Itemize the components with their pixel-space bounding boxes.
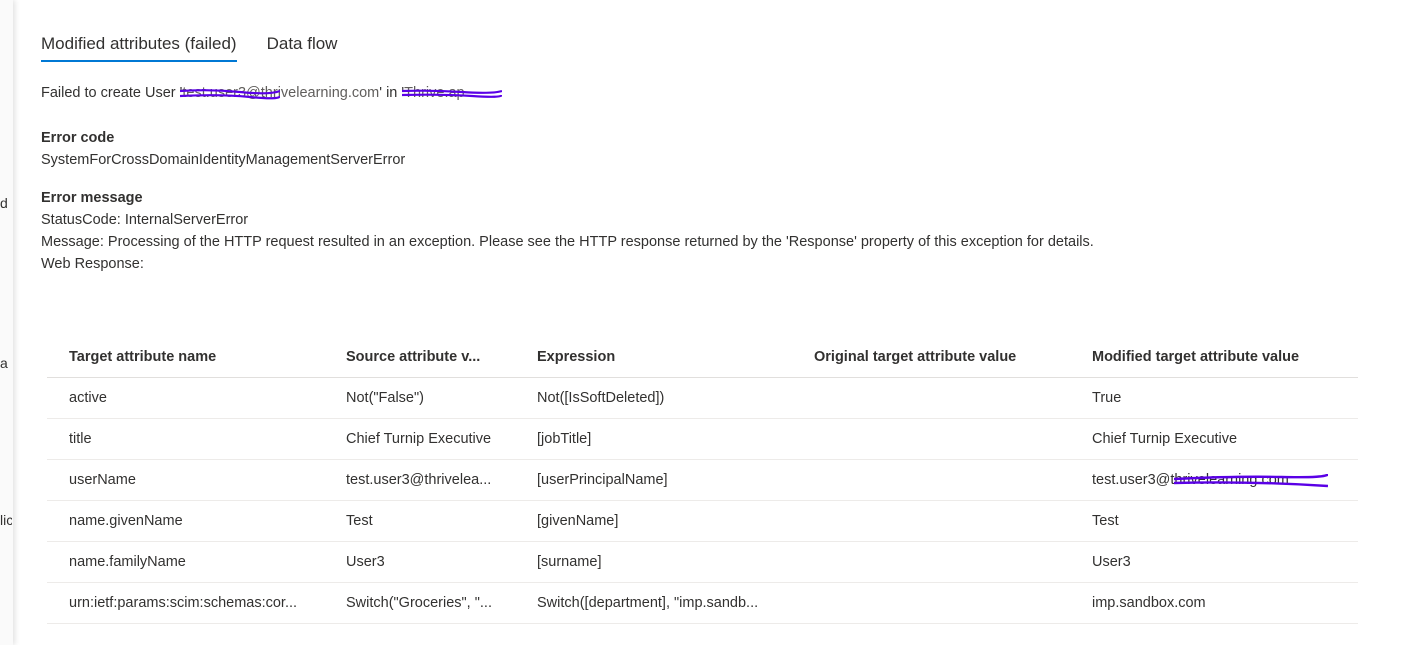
cell-modified-value: User3	[1092, 554, 1131, 570]
cell-target-attribute: urn:ietf:params:scim:schemas:cor...	[69, 595, 298, 611]
cell-expression: [givenName]	[537, 513, 619, 529]
cell-source-attribute: Not("False")	[346, 390, 424, 406]
failure-summary: Failed to create User 'test.user3@thrive…	[41, 85, 503, 101]
cell-expression: [surname]	[537, 554, 602, 570]
cell-expression: Not([IsSoftDeleted])	[537, 390, 665, 406]
cell-source-attribute: Test	[346, 513, 373, 529]
cell-expression: Switch([department], "imp.sandb...	[537, 595, 759, 611]
tab-modified-attributes[interactable]: Modified attributes (failed)	[41, 30, 237, 66]
redacted-tenant: Thrive.ap	[402, 85, 503, 101]
background-text-fragment: lic	[0, 512, 12, 528]
attributes-table: Target attribute name Source attribute v…	[47, 336, 1358, 624]
error-message-line: Web Response:	[41, 256, 144, 272]
background-text-fragment: a	[0, 355, 8, 371]
cell-source-attribute: test.user3@thrivelea...	[346, 472, 492, 488]
redacted-user: test.user3@thrivelearning.com	[180, 85, 380, 101]
table-row[interactable]: urn:ietf:params:scim:schemas:cor... Swit…	[47, 583, 1358, 624]
redaction-scribble-icon	[402, 89, 503, 98]
cell-target-attribute: name.givenName	[69, 513, 183, 529]
table-header: Target attribute name Source attribute v…	[47, 336, 1358, 378]
column-header-target-attribute[interactable]: Target attribute name	[47, 349, 324, 365]
cell-target-attribute: name.familyName	[69, 554, 186, 570]
cell-source-attribute: Chief Turnip Executive	[346, 431, 492, 447]
error-message-section: Error message StatusCode: InternalServer…	[41, 187, 1094, 275]
cell-expression: [userPrincipalName]	[537, 472, 668, 488]
cell-target-attribute: active	[69, 390, 107, 406]
tab-data-flow[interactable]: Data flow	[267, 30, 338, 66]
cell-source-attribute: User3	[346, 554, 385, 570]
column-header-modified-value[interactable]: Modified target attribute value	[1070, 349, 1358, 365]
cell-expression: [jobTitle]	[537, 431, 592, 447]
failure-prefix: Failed to create User '	[41, 85, 183, 101]
table-row[interactable]: name.familyName User3 [surname] User3	[47, 542, 1358, 583]
redacted-username: test.user3@thrivelearning.com	[1092, 472, 1328, 488]
column-header-expression[interactable]: Expression	[515, 349, 792, 365]
cell-target-attribute: userName	[69, 472, 136, 488]
cell-modified-value: Test	[1092, 513, 1119, 529]
failure-middle: ' in '	[379, 85, 405, 101]
cell-modified-value: True	[1092, 390, 1122, 406]
column-header-original-value[interactable]: Original target attribute value	[792, 349, 1070, 365]
table-row[interactable]: title Chief Turnip Executive [jobTitle] …	[47, 419, 1358, 460]
redaction-scribble-icon	[1174, 473, 1328, 488]
table-row[interactable]: name.givenName Test [givenName] Test	[47, 501, 1358, 542]
error-code-heading: Error code	[41, 130, 115, 146]
table-row[interactable]: userName test.user3@thrivelea... [userPr…	[47, 460, 1358, 501]
error-message-line: StatusCode: InternalServerError	[41, 212, 249, 228]
cell-source-attribute: Switch("Groceries", "...	[346, 595, 492, 611]
cell-modified-value: test.user3@thrivelearning.com	[1070, 472, 1358, 488]
error-message-heading: Error message	[41, 190, 143, 206]
error-message-line: Message: Processing of the HTTP request …	[41, 234, 1094, 250]
table-row[interactable]: active Not("False") Not([IsSoftDeleted])…	[47, 378, 1358, 419]
cell-modified-value: Chief Turnip Executive	[1092, 431, 1238, 447]
cell-modified-value: imp.sandbox.com	[1092, 595, 1206, 611]
error-code-section: Error code SystemForCrossDomainIdentityM…	[41, 127, 405, 171]
redaction-scribble-icon	[180, 89, 281, 100]
tab-bar: Modified attributes (failed) Data flow	[41, 30, 367, 66]
background-text-fragment: d	[0, 195, 8, 211]
cell-target-attribute: title	[69, 431, 92, 447]
background-blade-edge	[0, 0, 13, 645]
error-code-value: SystemForCrossDomainIdentityManagementSe…	[41, 152, 406, 168]
column-header-source-attribute[interactable]: Source attribute v...	[324, 349, 515, 365]
